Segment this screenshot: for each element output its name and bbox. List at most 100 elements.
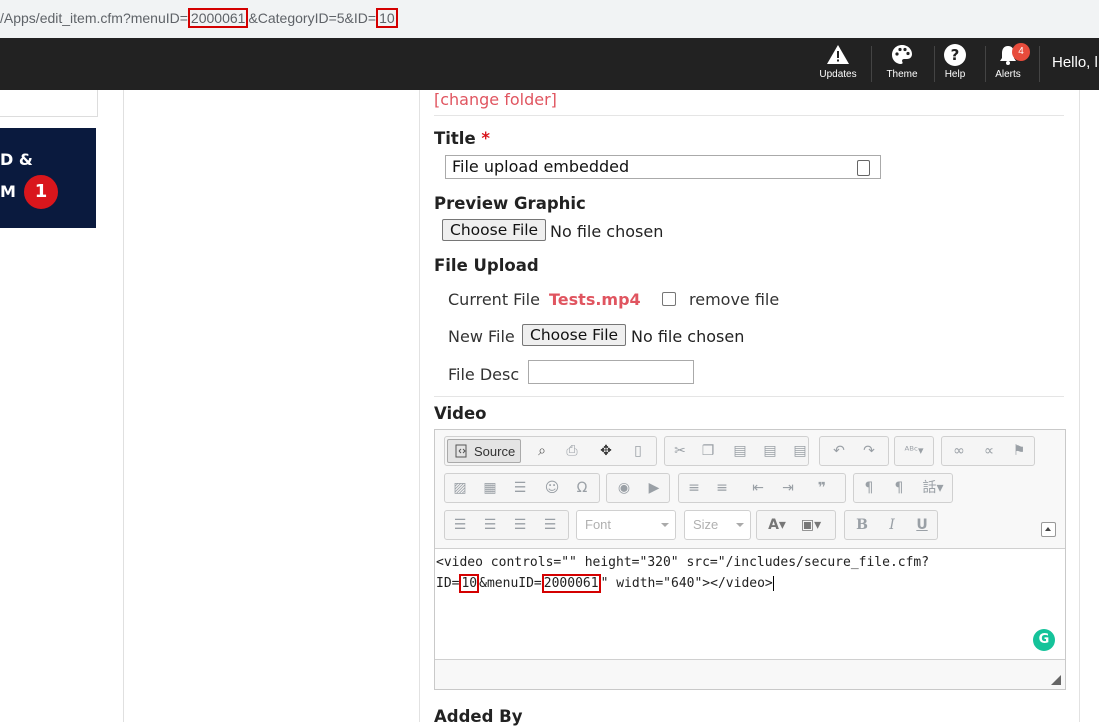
align-left-icon[interactable]: ☰ xyxy=(451,516,469,534)
font-select-value: Font xyxy=(585,517,612,532)
toolbar-group-undo: ↶ ↷ xyxy=(819,436,889,466)
blockquote-icon[interactable]: ❞ xyxy=(813,479,831,497)
code-line-1: <video controls="" height="320" src="/in… xyxy=(436,555,930,570)
code-line-2-menu-prefix: &menuID= xyxy=(479,576,542,591)
updates-label: Updates xyxy=(819,69,857,80)
video-label: Video xyxy=(434,404,487,423)
font-select[interactable]: Font xyxy=(576,510,676,540)
spellcheck-icon[interactable]: ᴬᴮᶜ▾ xyxy=(901,442,927,460)
theme-button[interactable]: Theme xyxy=(873,43,931,80)
maximize-icon[interactable]: ✥ xyxy=(597,442,615,460)
show-blocks-icon[interactable]: ▯ xyxy=(629,442,647,460)
ltr-icon[interactable]: ¶ xyxy=(860,479,878,497)
align-right-icon[interactable]: ☰ xyxy=(511,516,529,534)
toolbar-group-insert: ▨ ▦ ☰ ☺ Ω xyxy=(444,473,600,503)
toolbar-group-document: Source ⌕ ⎙ ✥ ▯ xyxy=(444,436,657,466)
current-file-label: Current File xyxy=(448,290,540,309)
italic-icon[interactable]: I xyxy=(883,516,901,534)
current-file-link[interactable]: Tests.mp4 xyxy=(549,290,641,309)
code-line-2-prefix: ID= xyxy=(436,576,460,591)
toolbar-group-spellcheck: ᴬᴮᶜ▾ xyxy=(894,436,934,466)
promo-badge: 1 xyxy=(22,173,60,211)
file-desc-label: File Desc xyxy=(448,365,520,384)
table-icon[interactable]: ▦ xyxy=(481,479,499,497)
password-manager-icon[interactable] xyxy=(857,160,870,176)
preview-choose-file-button[interactable]: Choose File xyxy=(442,219,547,241)
bulleted-list-icon[interactable]: ≡ xyxy=(713,479,731,497)
language-icon[interactable]: 話▾ xyxy=(920,479,946,497)
toolbar-group-colors: A▾ ▣▾ xyxy=(756,510,836,540)
outdent-icon[interactable]: ⇤ xyxy=(749,479,767,497)
image-icon[interactable]: ▨ xyxy=(451,479,469,497)
promo-line2: M xyxy=(0,182,16,201)
code-menu-id-highlight: 2000061 xyxy=(541,574,601,593)
smiley-icon[interactable]: ☺ xyxy=(543,479,561,497)
alerts-label: Alerts xyxy=(995,69,1021,80)
required-marker: * xyxy=(481,129,491,148)
source-textarea[interactable]: <video controls="" height="320" src="/in… xyxy=(435,548,1065,660)
link-icon[interactable]: ∞ xyxy=(950,442,968,460)
help-button[interactable]: ? Help xyxy=(926,43,984,80)
horizontal-line-icon[interactable]: ☰ xyxy=(511,479,529,497)
title-label: Title * xyxy=(434,129,491,148)
title-input[interactable]: File upload embedded xyxy=(445,155,881,179)
new-file-choose-file-button[interactable]: Choose File xyxy=(522,324,627,346)
alerts-count-badge: 4 xyxy=(1012,43,1030,61)
underline-icon[interactable]: U xyxy=(913,516,931,534)
help-label: Help xyxy=(944,69,966,80)
bg-color-icon[interactable]: ▣▾ xyxy=(797,516,825,534)
alerts-button[interactable]: Alerts 4 xyxy=(979,43,1037,80)
column-divider xyxy=(123,90,124,722)
flash-icon[interactable]: ◉ xyxy=(615,479,633,497)
user-greeting[interactable]: Hello, l xyxy=(1052,54,1098,71)
code-id-highlight: 10 xyxy=(459,574,480,593)
video-editor: Source ⌕ ⎙ ✥ ▯ ✂ ❐ ▤ ▤ ▤ ↶ ↷ ᴬᴮᶜ▾ ∞ ∝ ⚑ … xyxy=(434,429,1066,690)
preview-graphic-label: Preview Graphic xyxy=(434,194,586,213)
address-bar[interactable]: /Apps/edit_item.cfm?menuID= 2000061 &Categ… xyxy=(0,0,1099,39)
remove-file-label: remove file xyxy=(689,290,780,309)
toolbar-group-media: ◉ ▶ xyxy=(606,473,670,503)
align-center-icon[interactable]: ☰ xyxy=(481,516,499,534)
collapse-toolbar-button[interactable] xyxy=(1041,522,1056,537)
numbered-list-icon[interactable]: ≡ xyxy=(685,479,703,497)
preview-no-file-text: No file chosen xyxy=(550,222,664,241)
grammarly-icon[interactable]: G xyxy=(1033,629,1055,651)
file-desc-input[interactable] xyxy=(528,360,694,384)
text-color-icon[interactable]: A▾ xyxy=(763,516,791,534)
top-navbar: Updates Theme ? Help Alerts 4 Hello, l xyxy=(0,38,1099,90)
bold-icon[interactable]: B xyxy=(853,516,871,534)
copy-icon[interactable]: ❐ xyxy=(699,442,717,460)
theme-label: Theme xyxy=(886,69,918,80)
promo-banner[interactable]: D & M 1 xyxy=(0,128,96,228)
url-prefix: /Apps/edit_item.cfm?menuID= xyxy=(0,10,188,26)
remove-file-checkbox[interactable] xyxy=(662,292,676,306)
left-sidebar-box xyxy=(0,90,98,117)
palette-icon xyxy=(892,45,912,64)
size-select[interactable]: Size xyxy=(684,510,751,540)
anchor-flag-icon[interactable]: ⚑ xyxy=(1010,442,1028,460)
new-file-label: New File xyxy=(448,327,515,346)
new-file-no-file-text: No file chosen xyxy=(631,327,745,346)
url-middle: &CategoryID=5&ID= xyxy=(248,10,377,26)
cut-icon[interactable]: ✂ xyxy=(671,442,689,460)
video-embed-icon[interactable]: ▶ xyxy=(645,479,663,497)
nav-divider xyxy=(1039,46,1040,82)
unlink-icon[interactable]: ∝ xyxy=(980,442,998,460)
updates-button[interactable]: Updates xyxy=(809,43,867,80)
special-char-icon[interactable]: Ω xyxy=(573,479,591,497)
paste-icon[interactable]: ▤ xyxy=(731,442,749,460)
preview-icon[interactable]: ⌕ xyxy=(533,442,551,460)
undo-icon[interactable]: ↶ xyxy=(830,442,848,460)
justify-icon[interactable]: ☰ xyxy=(541,516,559,534)
source-button[interactable]: Source xyxy=(447,439,521,463)
divider xyxy=(434,115,1064,116)
paste-text-icon[interactable]: ▤ xyxy=(761,442,779,460)
indent-icon[interactable]: ⇥ xyxy=(779,479,797,497)
rtl-icon[interactable]: ¶ xyxy=(890,479,908,497)
paste-word-icon[interactable]: ▤ xyxy=(791,442,809,460)
redo-icon[interactable]: ↷ xyxy=(860,442,878,460)
size-select-value: Size xyxy=(693,517,719,532)
change-folder-link[interactable]: [change folder] xyxy=(434,90,557,109)
print-icon[interactable]: ⎙ xyxy=(563,442,581,460)
resize-handle-icon[interactable] xyxy=(1051,675,1061,685)
